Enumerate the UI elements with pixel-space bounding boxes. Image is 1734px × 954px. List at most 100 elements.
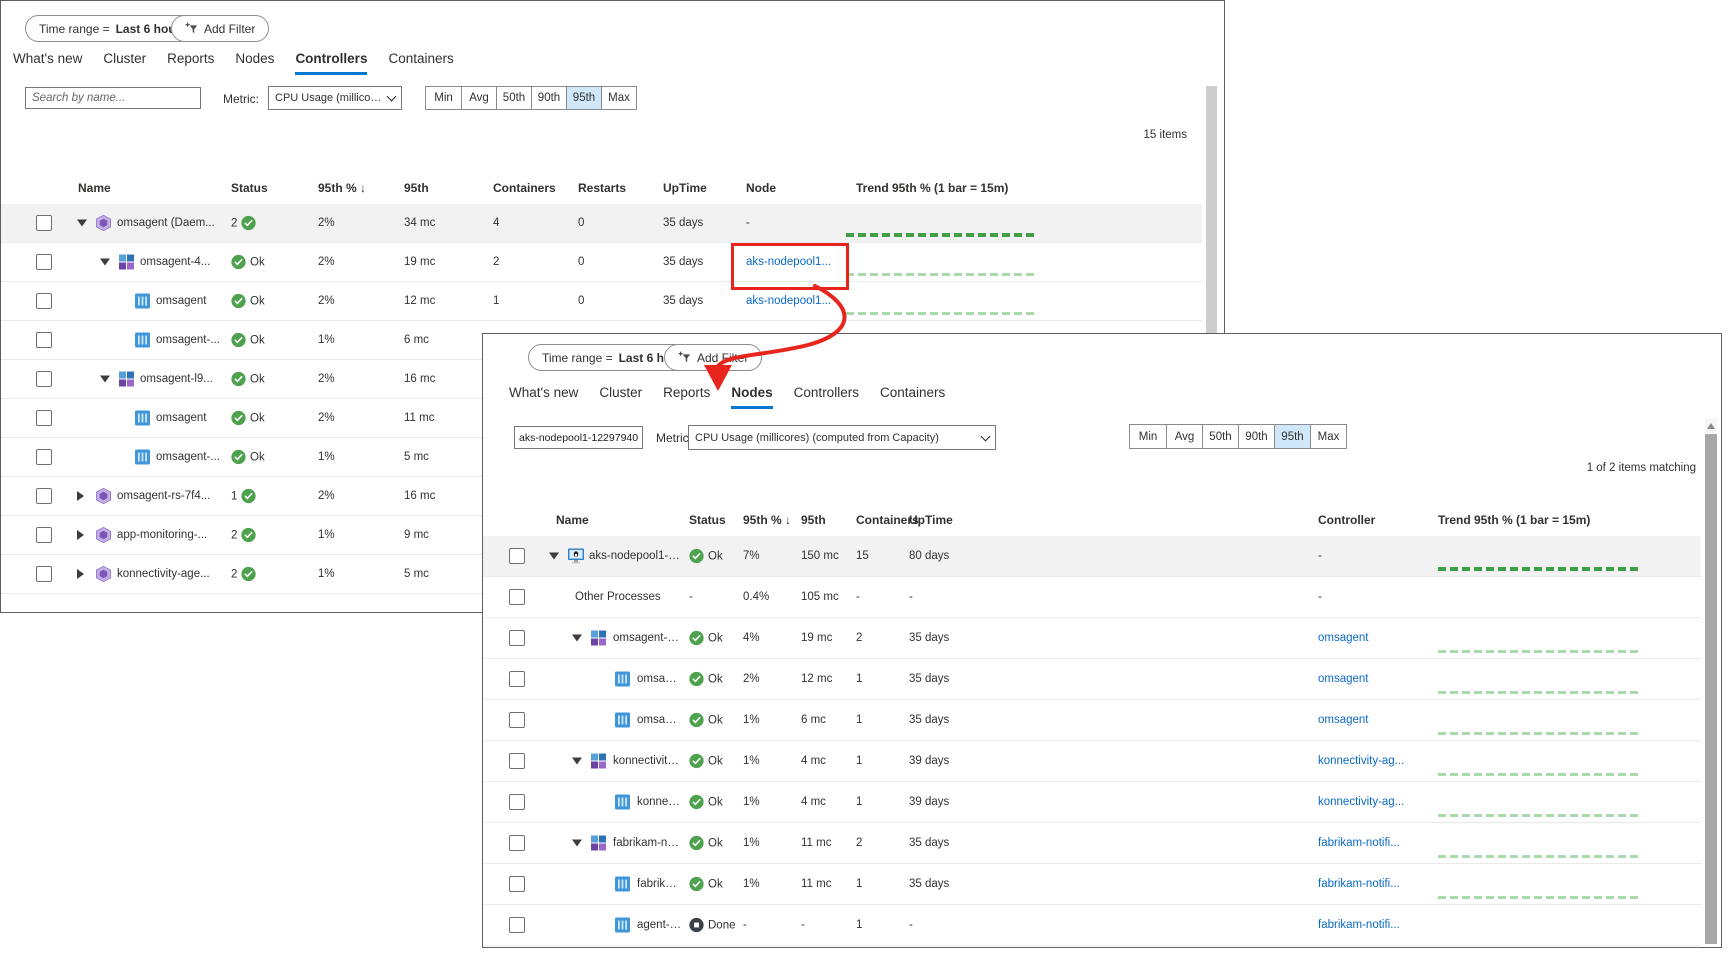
tab-what-s-new[interactable]: What's new: [13, 51, 82, 75]
table-row[interactable]: omsagent (Daem...22%34 mc4035 days-: [1, 204, 1202, 243]
controller-link[interactable]: omsagent: [1318, 673, 1369, 685]
row-checkbox[interactable]: [36, 566, 52, 582]
column-header-restarts[interactable]: Restarts: [578, 181, 626, 195]
column-header-trend-95th-1-bar-15m[interactable]: Trend 95th % (1 bar = 15m): [1438, 513, 1590, 527]
add-filter-button[interactable]: Add Filter: [171, 15, 269, 42]
controller-link[interactable]: fabrikam-notifi...: [1318, 878, 1400, 890]
column-header-name[interactable]: Name: [556, 513, 589, 527]
row-checkbox[interactable]: [509, 630, 525, 646]
row-checkbox[interactable]: [509, 589, 525, 605]
percentile-avg-button[interactable]: Avg: [461, 87, 496, 109]
trend-sparkline: [1438, 691, 1641, 694]
row-checkbox[interactable]: [509, 548, 525, 564]
column-header-node[interactable]: Node: [746, 181, 776, 195]
scrollbar-up-arrow[interactable]: [1705, 418, 1717, 433]
table-row[interactable]: aks-nodepool1-12297940-vms...Ok7%150 mc1…: [483, 536, 1701, 577]
percentile-90th-button[interactable]: 90th: [531, 87, 566, 109]
table-row[interactable]: omsagent-4...Ok2%19 mc2035 daysaks-nodep…: [1, 243, 1202, 282]
controller-link[interactable]: fabrikam-notifi...: [1318, 837, 1400, 849]
vertical-scrollbar[interactable]: [1705, 434, 1717, 944]
collapse-caret-icon[interactable]: [572, 635, 582, 642]
tab-controllers[interactable]: Controllers: [295, 51, 367, 75]
percentile-avg-button[interactable]: Avg: [1166, 425, 1202, 448]
tab-nodes[interactable]: Nodes: [235, 51, 274, 75]
cell-containers: 1: [856, 919, 862, 931]
percentile-90th-button[interactable]: 90th: [1238, 425, 1274, 448]
row-checkbox[interactable]: [509, 835, 525, 851]
column-header-containers[interactable]: Containers: [493, 181, 556, 195]
column-header-95th[interactable]: 95th: [801, 513, 826, 527]
controller-link[interactable]: omsagent: [1318, 632, 1369, 644]
column-header-uptime[interactable]: UpTime: [909, 513, 953, 527]
collapse-caret-icon[interactable]: [100, 259, 110, 266]
row-checkbox[interactable]: [36, 371, 52, 387]
tab-cluster[interactable]: Cluster: [599, 385, 642, 409]
collapse-caret-icon[interactable]: [77, 220, 87, 227]
row-checkbox[interactable]: [36, 527, 52, 543]
percentile-95th-button[interactable]: 95th: [566, 87, 601, 109]
percentile-50th-button[interactable]: 50th: [496, 87, 531, 109]
row-checkbox[interactable]: [509, 794, 525, 810]
row-checkbox[interactable]: [36, 449, 52, 465]
collapse-caret-icon[interactable]: [572, 840, 582, 847]
collapse-caret-icon[interactable]: [100, 376, 110, 383]
expand-caret-icon[interactable]: [77, 530, 84, 540]
table-row[interactable]: konnectivity-agent-55b7d...Ok1%4 mc139 d…: [483, 741, 1701, 782]
tab-what-s-new[interactable]: What's new: [509, 385, 578, 409]
search-input[interactable]: [25, 87, 201, 109]
row-checkbox[interactable]: [509, 712, 525, 728]
collapse-caret-icon[interactable]: [549, 553, 559, 560]
table-row[interactable]: omsagentOk2%12 mc135 daysomsagent: [483, 659, 1701, 700]
row-checkbox[interactable]: [36, 410, 52, 426]
column-header-95th[interactable]: 95th: [404, 181, 429, 195]
table-row[interactable]: omsagentOk2%12 mc1035 daysaks-nodepool1.…: [1, 282, 1202, 321]
column-header-status[interactable]: Status: [231, 181, 268, 195]
controller-link[interactable]: fabrikam-notifi...: [1318, 919, 1400, 931]
column-header-95th[interactable]: 95th % ↓: [743, 513, 791, 527]
table-row[interactable]: konnectivity-agentOk1%4 mc139 dayskonnec…: [483, 782, 1701, 823]
ok-status-icon: [231, 450, 246, 465]
table-row[interactable]: Other Processes-0.4%105 mc---: [483, 577, 1701, 618]
row-checkbox[interactable]: [36, 215, 52, 231]
controller-link[interactable]: konnectivity-ag...: [1318, 755, 1404, 767]
column-header-controller[interactable]: Controller: [1318, 513, 1375, 527]
column-header-status[interactable]: Status: [689, 513, 726, 527]
cell-status: Ok: [689, 713, 723, 728]
percentile-min-button[interactable]: Min: [1130, 425, 1166, 448]
table-row[interactable]: fabrikam-notifier-aks-java...Ok1%11 mc23…: [483, 823, 1701, 864]
row-checkbox[interactable]: [509, 671, 525, 687]
percentile-max-button[interactable]: Max: [1310, 425, 1346, 448]
ok-status-icon: [689, 713, 704, 728]
expand-caret-icon[interactable]: [77, 569, 84, 579]
controller-link[interactable]: konnectivity-ag...: [1318, 796, 1404, 808]
node-filter-input[interactable]: [514, 426, 643, 449]
row-checkbox[interactable]: [36, 488, 52, 504]
percentile-max-button[interactable]: Max: [601, 87, 636, 109]
percentile-min-button[interactable]: Min: [426, 87, 461, 109]
tab-containers[interactable]: Containers: [388, 51, 453, 75]
controller-link[interactable]: omsagent: [1318, 714, 1369, 726]
tab-reports[interactable]: Reports: [167, 51, 214, 75]
table-row[interactable]: agent-initDone--1-fabrikam-notifi...: [483, 905, 1701, 946]
column-header-name[interactable]: Name: [78, 181, 111, 195]
row-checkbox[interactable]: [509, 917, 525, 933]
percentile-50th-button[interactable]: 50th: [1202, 425, 1238, 448]
row-checkbox[interactable]: [36, 293, 52, 309]
metric-dropdown[interactable]: CPU Usage (millicores): [268, 86, 402, 110]
tab-cluster[interactable]: Cluster: [103, 51, 146, 75]
column-header-95th[interactable]: 95th % ↓: [318, 181, 366, 195]
row-checkbox[interactable]: [36, 254, 52, 270]
expand-caret-icon[interactable]: [77, 491, 84, 501]
row-checkbox[interactable]: [509, 753, 525, 769]
table-row[interactable]: omsagent-4hfrjOk4%19 mc235 daysomsagent: [483, 618, 1701, 659]
table-row[interactable]: omsagent-prometheusOk1%6 mc135 daysomsag…: [483, 700, 1701, 741]
column-header-trend-95th-1-bar-15m[interactable]: Trend 95th % (1 bar = 15m): [856, 181, 1008, 195]
collapse-caret-icon[interactable]: [572, 758, 582, 765]
table-row[interactable]: fabrikam-notifier-aks-javaOk1%11 mc135 d…: [483, 864, 1701, 905]
row-checkbox[interactable]: [36, 332, 52, 348]
cell-controller: -: [1318, 591, 1322, 603]
column-header-uptime[interactable]: UpTime: [663, 181, 707, 195]
percentile-95th-button[interactable]: 95th: [1274, 425, 1310, 448]
row-checkbox[interactable]: [509, 876, 525, 892]
metric-dropdown[interactable]: CPU Usage (millicores) (computed from Ca…: [688, 425, 996, 450]
